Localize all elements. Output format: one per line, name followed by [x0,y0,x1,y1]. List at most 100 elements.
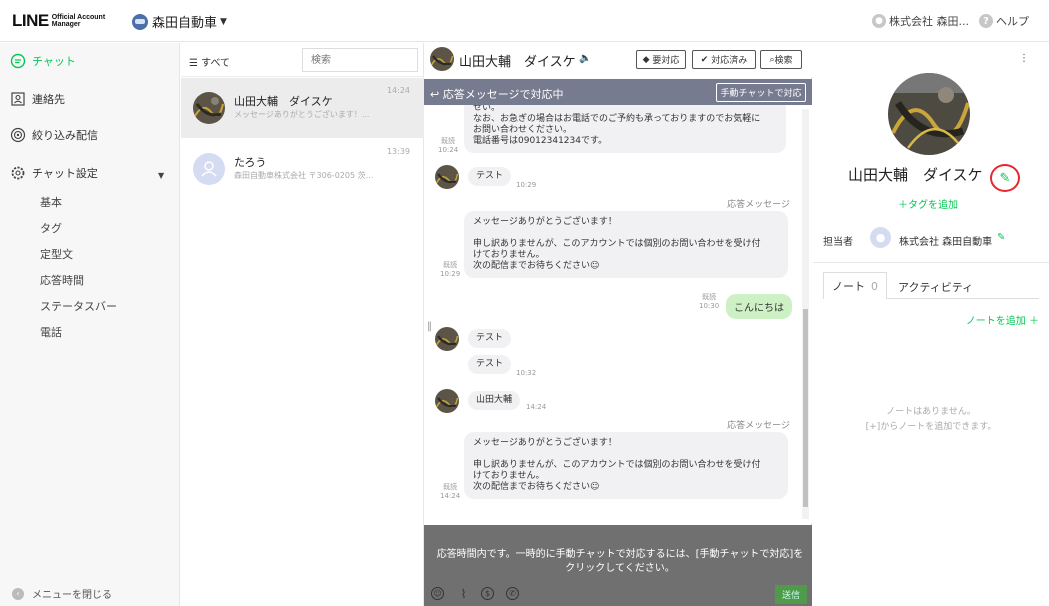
tab-activity[interactable]: アクティビティ [898,279,973,295]
message-list[interactable]: せい。 なお、お急ぎの場合はお電話でのご予約も承っておりますのでお気軽に お問い… [424,105,812,523]
avatar[interactable] [430,47,454,71]
sent-message-bubble: こんにちは [726,294,792,319]
search-button[interactable]: ⌕ 検索 [760,50,802,69]
sidebar-subitem-basic[interactable]: 基本 [40,194,62,210]
header-right: ● 株式会社 森田... ? ヘルプ [872,13,1029,29]
conversation-preview: メッセージありがとうございます！... [234,110,370,119]
assignee-name: 株式会社 森田自動車 [899,237,993,248]
auto-reply-label: 応答メッセージ [727,200,790,210]
avatar[interactable] [435,327,459,351]
sidebar-subitem-templates[interactable]: 定型文 [40,246,73,262]
avatar[interactable] [435,389,459,413]
user-icon[interactable]: ● [872,14,886,28]
message-meta: 既読 14:24 [440,483,461,500]
emoji-icon[interactable]: ☺ [431,587,444,600]
avatar[interactable] [435,165,459,189]
assignee-label: 担当者 [823,237,853,248]
send-button[interactable]: 送信 [775,585,807,604]
add-note-button[interactable]: ノートを追加 ＋ [966,312,1039,327]
speaker-icon[interactable]: 🔈 [579,53,591,64]
message-meta: 既読 10:29 [440,261,461,278]
chat-header: 山田大輔 ダイスケ 🔈 ◆ 要対応 ✔ 対応済み ⌕ 検索 [424,43,812,77]
menu-icon: ☰ [189,58,198,69]
chat-panel: 山田大輔 ダイスケ 🔈 ◆ 要対応 ✔ 対応済み ⌕ 検索 ↩ 応答メッセージで対… [424,43,812,606]
conversation-item-taro[interactable]: たろう 森田自動車株式会社 〒306-0205 茨城... 13:39 [181,139,424,199]
chevron-down-icon: ▼ [220,16,227,27]
sidebar-subitem-phone[interactable]: 電話 [40,324,62,340]
logo-subtext: Official Account Manager [51,14,106,28]
sidebar-item-contacts[interactable]: 連絡先 [10,91,65,107]
message-bubble: テスト [468,355,512,374]
sidebar-item-targeted-messages[interactable]: 絞り込み配信 [10,127,98,143]
conversation-name: 山田大輔 ダイスケ [234,95,333,108]
message-meta: 既読 10:24 [438,137,459,154]
sidebar-item-chat-settings[interactable]: チャット設定 [10,165,98,181]
chevron-down-icon[interactable]: ▼ [158,171,164,180]
scrollbar-thumb[interactable] [803,309,808,507]
response-mode-label: ↩ 応答メッセージで対応中 [430,88,564,101]
edit-assignee-pencil-icon[interactable]: ✎ [997,232,1005,243]
phone-icon[interactable]: ✆ [506,587,519,600]
chat-contact-name: 山田大輔 ダイスケ [459,55,576,70]
divider [813,262,1049,263]
conversation-item-yamada[interactable]: 山田大輔 ダイスケ メッセージありがとうございます！... 14:24 [181,78,424,138]
coupon-icon[interactable]: $ [481,587,494,600]
account-switcher[interactable]: 森田自動車 ▼ [132,12,227,31]
resize-handle[interactable]: ‖ [427,321,432,332]
sidebar-subitem-status-bar[interactable]: ステータスバー [40,298,117,314]
sidebar-subitem-tags[interactable]: タグ [40,220,62,236]
mark-required-button[interactable]: ◆ 要対応 [636,50,686,69]
message-time: 10:32 [516,369,537,377]
add-tag-button[interactable]: ＋タグを追加 [898,196,958,211]
logo-text: LINE [12,11,49,30]
account-name: 森田自動車 [152,16,218,31]
avatar [193,153,225,185]
help-icon[interactable]: ? [979,14,993,28]
gear-icon [10,165,26,181]
sidebar-item-chat[interactable]: チャット [10,53,76,69]
auto-reply-bubble: メッセージありがとうございます！ 申し訳ありませんが、このアカウントでは個別のお… [464,211,788,278]
top-header: LINE Official Account Manager 森田自動車 ▼ ● … [0,0,1049,42]
manual-chat-button[interactable]: 手動チャットで対応 [716,83,806,102]
conversation-preview: 森田自動車株式会社 〒306-0205 茨城... [234,171,374,180]
message-scrollbar[interactable] [802,109,809,519]
sidebar-item-label: 絞り込み配信 [32,129,98,142]
mark-done-button[interactable]: ✔ 対応済み [692,50,756,69]
composer-disabled-area: 応答時間内です。一時的に手動チャットで対応するには、[手動チャットで対応]を ク… [424,525,812,606]
broadcast-icon [10,127,26,143]
user-name[interactable]: 株式会社 森田... [889,13,969,29]
empty-notes-message: ノートはありません。 [+]からノートを追加できます。 [865,407,997,432]
sidebar: チャット 連絡先 絞り込み配信 チャット設定 ▼ 基本 タグ 定型文 応答時間 … [0,43,180,606]
response-mode-bar: ↩ 応答メッセージで対応中 手動チャットで対応 [424,79,812,105]
conversation-list-panel: ☰ すべて 山田大輔 ダイスケ メッセージありがとうございます！... 14:2… [181,43,424,606]
auto-reply-bubble: メッセージありがとうございます！ 申し訳ありませんが、このアカウントでは個別のお… [464,432,788,499]
paperclip-icon[interactable]: ⌇ [457,587,470,601]
sidebar-item-label: チャット [32,55,76,68]
close-menu-label: メニューを閉じる [32,590,112,601]
tab-note[interactable]: ノート 0 [823,272,887,299]
close-menu-button[interactable]: ‹ メニューを閉じる [12,586,112,601]
message-bubble: テスト [468,167,512,186]
line-oa-logo[interactable]: LINE Official Account Manager [12,11,105,31]
message-time: 14:24 [526,403,547,411]
list-header: ☰ すべて [181,43,424,77]
search-input[interactable] [302,48,418,72]
avatar [193,92,225,124]
note-count: 0 [871,279,878,293]
sidebar-subitem-response-hours[interactable]: 応答時間 [40,272,84,288]
chat-bubble-icon [10,53,26,69]
more-options-icon[interactable]: ⋮ [1019,53,1029,64]
smile-icon: ☺ [590,482,600,492]
profile-panel: ⋮ 山田大輔 ダイスケ ✎ ＋タグを追加 担当者 ● 株式会社 森田自動車 ✎ … [813,43,1049,606]
filter-dropdown[interactable]: ☰ すべて [189,54,230,69]
check-bubble-icon: ✔ [700,54,709,65]
message-bubble: テスト [468,329,512,348]
filter-label: すべて [201,58,231,69]
smile-icon: ☺ [590,261,600,271]
help-link[interactable]: ヘルプ [996,13,1029,29]
conversation-time: 13:39 [386,147,410,156]
edit-name-pencil-icon[interactable]: ✎ [990,164,1020,192]
conversation-name: たろう [234,156,267,169]
contact-card-icon [10,91,26,107]
sidebar-item-label: チャット設定 [32,167,98,180]
